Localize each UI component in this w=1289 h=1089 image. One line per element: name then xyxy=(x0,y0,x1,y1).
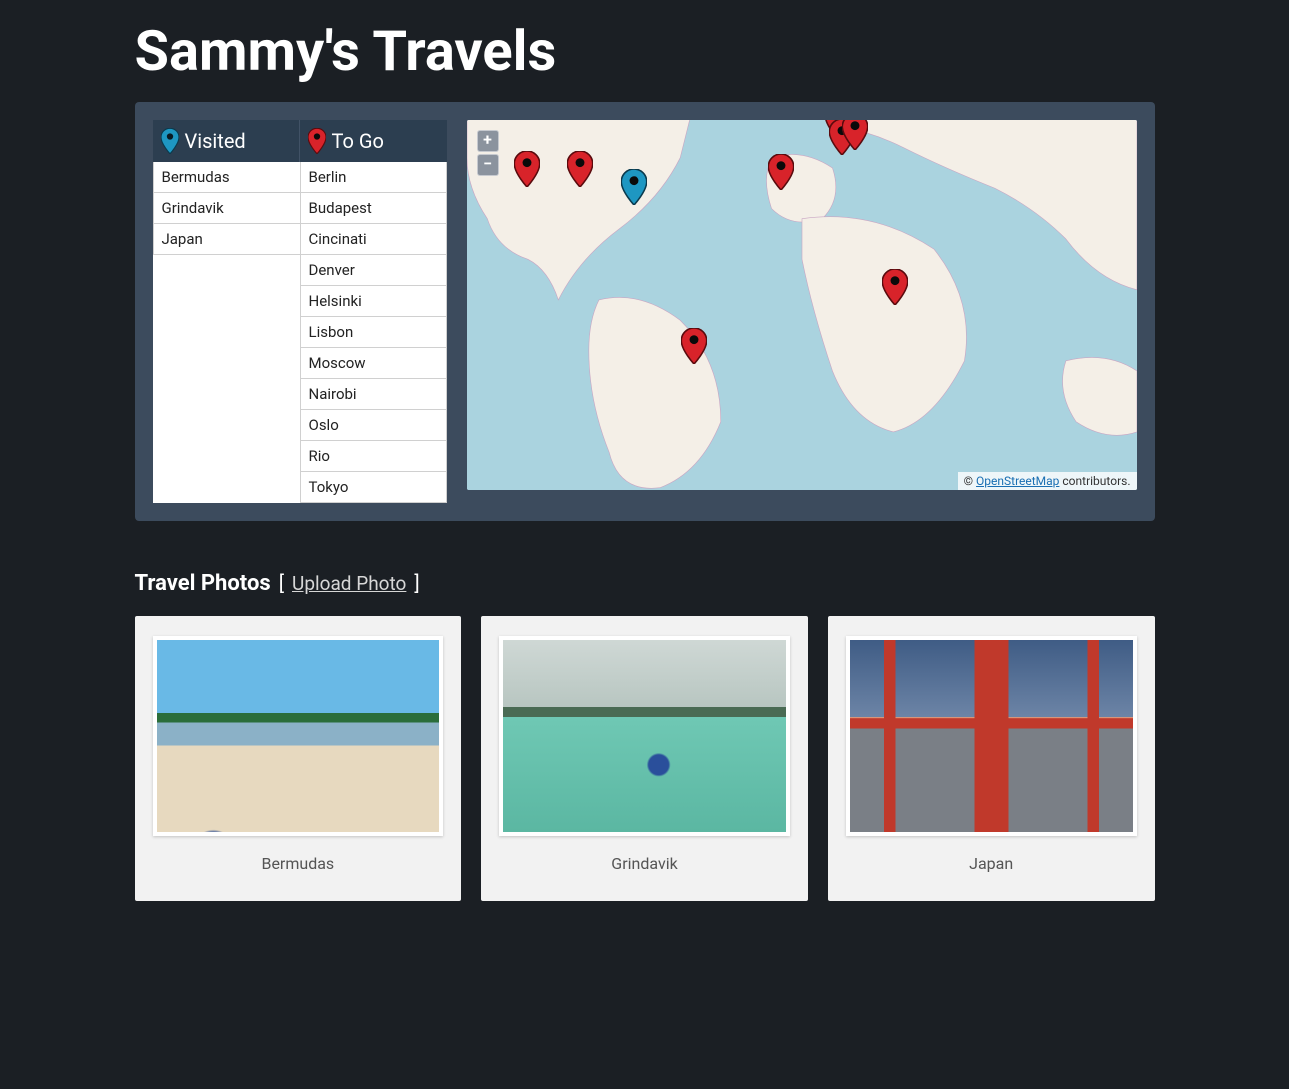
map-pin-togo[interactable] xyxy=(567,151,593,187)
togo-item[interactable]: Cincinati xyxy=(300,224,447,255)
photo-thumbnail xyxy=(846,636,1137,836)
visited-item[interactable]: Bermudas xyxy=(153,162,300,193)
photo-caption: Grindavik xyxy=(611,854,677,873)
togo-item[interactable]: Tokyo xyxy=(300,472,447,503)
photo-card[interactable]: Bermudas xyxy=(135,616,462,901)
togo-item[interactable]: Oslo xyxy=(300,410,447,441)
togo-item[interactable]: Lisbon xyxy=(300,317,447,348)
togo-item[interactable]: Helsinki xyxy=(300,286,447,317)
visited-item[interactable]: Japan xyxy=(153,224,300,255)
togo-item[interactable]: Moscow xyxy=(300,348,447,379)
map-pin-togo[interactable] xyxy=(882,269,908,305)
photo-cards: Bermudas Grindavik Japan xyxy=(135,616,1155,901)
photo-caption: Bermudas xyxy=(261,854,334,873)
map-pin-togo[interactable] xyxy=(768,154,794,190)
photo-thumbnail xyxy=(153,636,444,836)
togo-header: To Go xyxy=(300,120,447,162)
photo-card[interactable]: Japan xyxy=(828,616,1155,901)
photos-heading: Travel Photos [ Upload Photo ] xyxy=(135,521,1155,616)
visited-header: Visited xyxy=(153,120,300,162)
photo-card[interactable]: Grindavik xyxy=(481,616,808,901)
map-pin-visited[interactable] xyxy=(621,169,647,205)
map-pin-togo[interactable] xyxy=(842,120,868,150)
togo-header-label: To Go xyxy=(332,129,384,153)
togo-item[interactable]: Rio xyxy=(300,441,447,472)
photo-thumbnail xyxy=(499,636,790,836)
map-pin-togo[interactable] xyxy=(681,328,707,364)
page-title: Sammy's Travels xyxy=(135,0,1155,102)
zoom-out-button[interactable]: − xyxy=(477,154,499,176)
openstreetmap-link[interactable]: OpenStreetMap xyxy=(976,474,1059,488)
photos-title: Travel Photos xyxy=(135,571,271,596)
location-lists: Visited BermudasGrindavikJapan To Go Ber… xyxy=(153,120,447,503)
attribution-prefix: © xyxy=(964,474,976,488)
visited-item[interactable]: Grindavik xyxy=(153,193,300,224)
map-pin-togo[interactable] xyxy=(514,151,540,187)
bracket-close: ] xyxy=(414,571,419,595)
map[interactable]: + − © OpenStreetMap contributors. xyxy=(467,120,1137,490)
attribution-suffix: contributors. xyxy=(1059,474,1130,488)
togo-item[interactable]: Nairobi xyxy=(300,379,447,410)
togo-item[interactable]: Denver xyxy=(300,255,447,286)
zoom-controls: + − xyxy=(477,130,499,176)
pin-visited-icon xyxy=(161,128,179,154)
bracket-open: [ xyxy=(279,571,284,595)
zoom-in-button[interactable]: + xyxy=(477,130,499,152)
togo-item[interactable]: Berlin xyxy=(300,162,447,193)
togo-item[interactable]: Budapest xyxy=(300,193,447,224)
togo-column: To Go BerlinBudapestCincinatiDenverHelsi… xyxy=(300,120,447,503)
photo-caption: Japan xyxy=(969,854,1013,873)
visited-column: Visited BermudasGrindavikJapan xyxy=(153,120,300,503)
visited-header-label: Visited xyxy=(185,129,246,153)
travel-panel: Visited BermudasGrindavikJapan To Go Ber… xyxy=(135,102,1155,521)
pin-togo-icon xyxy=(308,128,326,154)
upload-photo-link[interactable]: Upload Photo xyxy=(292,572,406,595)
map-attribution: © OpenStreetMap contributors. xyxy=(958,472,1137,490)
